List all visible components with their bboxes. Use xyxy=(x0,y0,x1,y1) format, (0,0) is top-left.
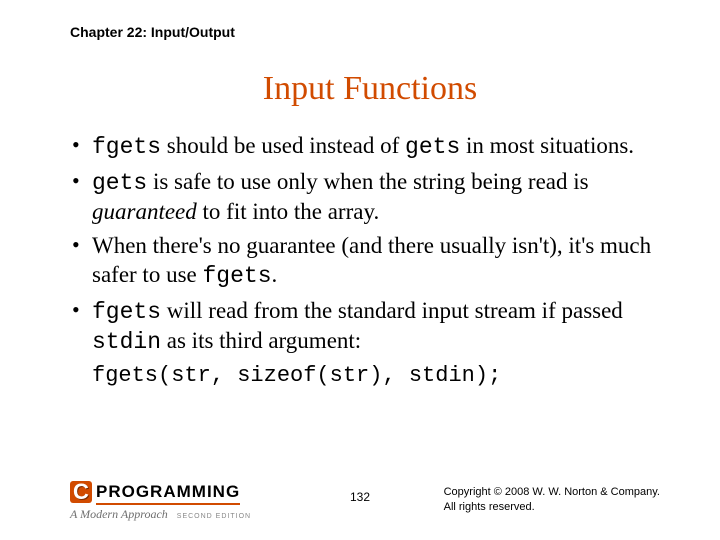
code-span: gets xyxy=(92,170,147,196)
italic-text: guaranteed xyxy=(92,199,197,224)
bullet-item: fgets will read from the standard input … xyxy=(70,297,670,357)
book-logo: C PROGRAMMING A Modern Approach SECOND E… xyxy=(70,481,280,522)
text: as its third argument: xyxy=(161,328,361,353)
slide-body: fgets should be used instead of gets in … xyxy=(70,132,670,390)
text: . xyxy=(272,262,278,287)
code-span: stdin xyxy=(92,329,161,355)
page-number: 132 xyxy=(350,490,370,504)
bullet-item: gets is safe to use only when the string… xyxy=(70,168,670,227)
text: to fit into the array. xyxy=(197,199,379,224)
copyright-line: Copyright © 2008 W. W. Norton & Company. xyxy=(444,485,660,499)
code-span: fgets xyxy=(92,134,161,160)
bullet-list: fgets should be used instead of gets in … xyxy=(70,132,670,356)
text: is safe to use only when the string bein… xyxy=(147,169,588,194)
logo-main: C PROGRAMMING xyxy=(70,481,280,503)
logo-edition: SECOND EDITION xyxy=(177,513,251,520)
code-span: gets xyxy=(405,134,460,160)
chapter-label: Chapter 22: Input/Output xyxy=(70,24,670,40)
copyright-line: All rights reserved. xyxy=(444,500,660,514)
slide: Chapter 22: Input/Output Input Functions… xyxy=(0,0,720,540)
text: in most situations. xyxy=(460,133,634,158)
logo-wordmark: PROGRAMMING xyxy=(96,482,240,502)
text: will read from the standard input stream… xyxy=(161,298,623,323)
text: When there's no guarantee (and there usu… xyxy=(92,233,651,287)
code-block: fgets(str, sizeof(str), stdin); xyxy=(92,362,670,390)
code-span: fgets xyxy=(92,299,161,325)
logo-subtitle-text: A Modern Approach xyxy=(70,507,168,521)
text: should be used instead of xyxy=(161,133,405,158)
bullet-item: fgets should be used instead of gets in … xyxy=(70,132,670,162)
bullet-item: When there's no guarantee (and there usu… xyxy=(70,232,670,291)
slide-title: Input Functions xyxy=(70,70,670,108)
logo-letter: C xyxy=(73,479,89,505)
slide-footer: C PROGRAMMING A Modern Approach SECOND E… xyxy=(0,478,720,522)
logo-badge: C xyxy=(70,481,92,503)
code-span: fgets xyxy=(203,263,272,289)
copyright: Copyright © 2008 W. W. Norton & Company.… xyxy=(444,485,660,514)
logo-subtitle: A Modern Approach SECOND EDITION xyxy=(70,507,280,522)
